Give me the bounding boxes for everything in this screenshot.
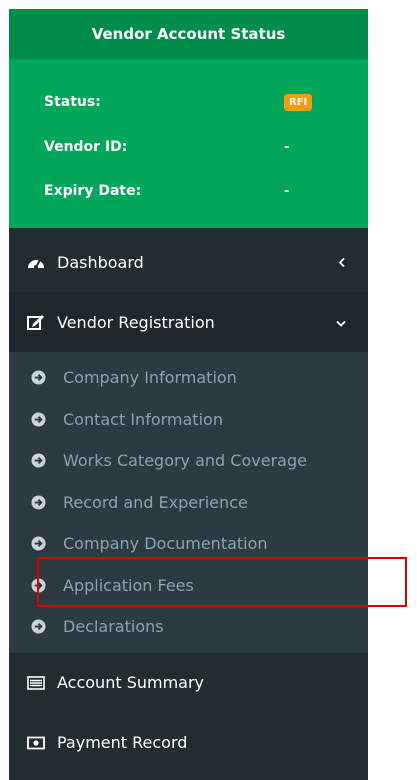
submenu-item-label: Company Information <box>63 368 237 388</box>
chevron-down-icon <box>336 313 346 332</box>
money-icon <box>27 734 45 752</box>
status-panel-title: Vendor Account Status <box>9 9 368 59</box>
sidebar-item-dashboard[interactable]: Dashboard <box>9 232 368 292</box>
submenu-item-label: Company Documentation <box>63 534 268 554</box>
dashboard-gauge-icon <box>27 253 45 271</box>
status-panel: Status: RFI Vendor ID: - Expiry Date: - <box>9 59 368 228</box>
arrow-circle-right-icon <box>30 494 46 510</box>
submenu-item-label: Record and Experience <box>63 492 248 512</box>
expiry-date-value: - <box>284 183 290 199</box>
sidebar: Vendor Account Status Status: RFI Vendor… <box>9 9 368 780</box>
expiry-date-row: Expiry Date: - <box>44 176 368 206</box>
sidebar-item-label: Vendor Registration <box>57 312 215 332</box>
vendor-registration-submenu: Company Information Contact Information … <box>9 352 368 653</box>
vendor-id-row: Vendor ID: - <box>44 132 368 162</box>
status-badge: RFI <box>284 93 313 111</box>
chevron-left-icon <box>338 253 346 272</box>
arrow-circle-right-icon <box>30 411 46 427</box>
submenu-item-label: Works Category and Coverage <box>63 451 307 471</box>
submenu-item-record-experience[interactable]: Record and Experience <box>9 482 368 524</box>
sidebar-item-label: Dashboard <box>57 252 144 272</box>
sidebar-item-payment-record[interactable]: Payment Record <box>9 713 368 773</box>
sidebar-item-vendor-registration[interactable]: Vendor Registration <box>9 292 368 352</box>
status-row: Status: RFI <box>44 87 368 117</box>
list-icon <box>27 674 45 692</box>
submenu-item-contact-information[interactable]: Contact Information <box>9 399 368 441</box>
expiry-date-label: Expiry Date: <box>44 183 142 199</box>
vendor-id-value: - <box>284 139 290 155</box>
submenu-item-company-information[interactable]: Company Information <box>9 357 368 399</box>
submenu-item-label: Declarations <box>63 617 164 637</box>
vendor-id-label: Vendor ID: <box>44 139 128 155</box>
edit-icon <box>27 313 45 331</box>
arrow-circle-right-icon <box>30 536 46 552</box>
sidebar-item-label: Account Summary <box>57 673 205 692</box>
submenu-item-declarations[interactable]: Declarations <box>9 606 368 648</box>
sidebar-item-account-summary[interactable]: Account Summary <box>9 653 368 713</box>
arrow-circle-right-icon <box>30 619 46 635</box>
sidebar-item-label: Payment Record <box>57 733 188 752</box>
submenu-item-label: Contact Information <box>63 409 223 429</box>
status-label: Status: <box>44 94 101 110</box>
submenu-item-works-category[interactable]: Works Category and Coverage <box>9 440 368 482</box>
highlight-box <box>37 557 407 607</box>
arrow-circle-right-icon <box>30 370 46 386</box>
arrow-circle-right-icon <box>30 453 46 469</box>
